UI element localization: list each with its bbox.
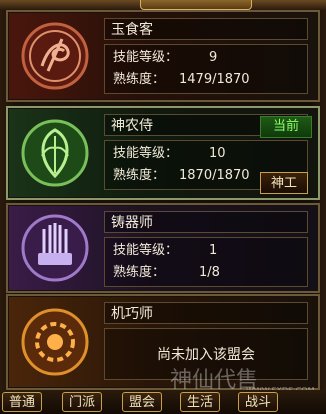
- god-craft-button[interactable]: 神工: [260, 172, 308, 194]
- profession-card-smith[interactable]: 铸器师 技能等级： 1 熟练度： 1/8: [6, 203, 320, 293]
- tab-battle[interactable]: 战斗: [238, 392, 279, 412]
- profession-name: 玉食客: [104, 18, 308, 40]
- profession-card-chef[interactable]: 玉食客 技能等级： 9 熟练度： 1479/1870: [6, 10, 320, 102]
- proficiency-value: 1870/1870: [179, 168, 250, 183]
- tab-normal[interactable]: 普通: [2, 392, 43, 412]
- skill-level-label: 技能等级：: [113, 243, 179, 258]
- chef-emblem-icon: [20, 21, 90, 91]
- artisan-emblem-icon: [20, 307, 90, 377]
- proficiency-label: 熟练度：: [113, 265, 166, 280]
- proficiency-label: 熟练度：: [113, 72, 166, 87]
- profession-card-herbalist[interactable]: 神农侍 当前 技能等级： 10 熟练度： 1870/1870 神工: [6, 106, 320, 200]
- skill-level-value: 1: [209, 243, 218, 258]
- profession-stats: 技能等级： 1 熟练度： 1/8: [104, 237, 308, 287]
- current-badge: 当前: [260, 116, 312, 138]
- top-title-plate: [140, 0, 252, 10]
- tab-life[interactable]: 生活: [180, 392, 221, 412]
- watermark-logo: 神仙代售 WWW.SXDS.COM: [170, 362, 320, 395]
- tab-bar: 普通 门派 盟会 生活 战斗: [0, 390, 326, 414]
- skill-level-label: 技能等级：: [113, 146, 179, 161]
- proficiency-label: 熟练度：: [113, 168, 166, 183]
- herbalist-emblem-icon: [20, 118, 90, 188]
- proficiency-value: 1/8: [199, 265, 220, 280]
- proficiency-value: 1479/1870: [179, 72, 250, 87]
- profession-panel: 玉食客 技能等级： 9 熟练度： 1479/1870 神农侍 当前 技能等级： 10 …: [0, 0, 326, 414]
- profession-name: 铸器师: [104, 211, 308, 233]
- profession-name: 机巧师: [104, 302, 308, 324]
- smith-emblem-icon: [20, 213, 90, 283]
- skill-level-value: 10: [209, 146, 226, 161]
- profession-stats: 技能等级： 9 熟练度： 1479/1870: [104, 44, 308, 94]
- tab-guild[interactable]: 盟会: [122, 392, 163, 412]
- tab-sect[interactable]: 门派: [62, 392, 103, 412]
- skill-level-label: 技能等级：: [113, 50, 179, 65]
- skill-level-value: 9: [209, 50, 218, 65]
